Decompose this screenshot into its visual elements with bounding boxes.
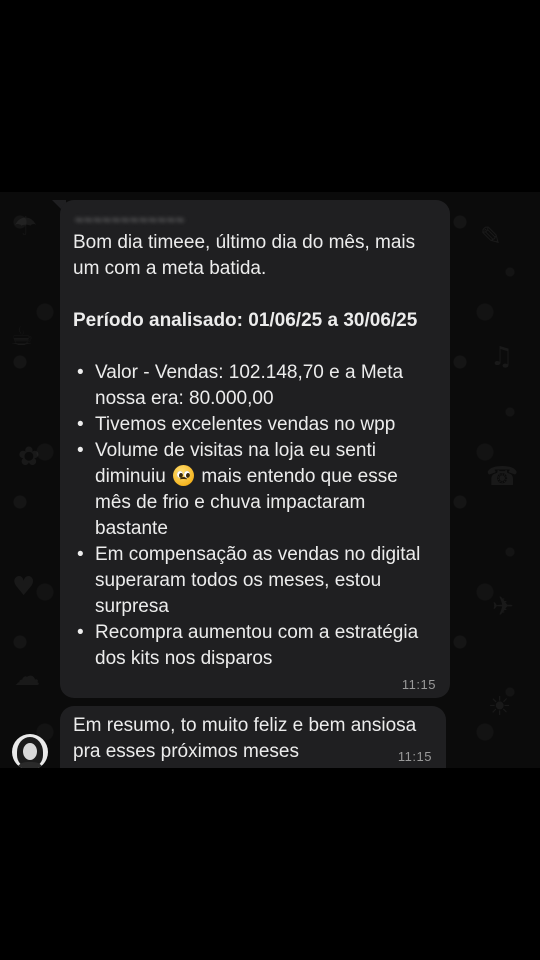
message-line: pra esses próximos meses bbox=[73, 741, 299, 762]
doodle-wallpaper-icon: ☀ bbox=[488, 692, 512, 722]
doodle-wallpaper-icon: ✿ bbox=[18, 442, 40, 472]
bullet-item: • Volume de visitas na loja eu senti dim… bbox=[73, 438, 437, 542]
message-bubble[interactable]: Em resumo, to muito feliz e bem ansiosa … bbox=[60, 706, 446, 768]
bullet-item: • Recompra aumentou com a estratégia dos… bbox=[73, 620, 437, 672]
message-line: um com a meta batida. bbox=[73, 258, 267, 279]
doodle-wallpaper-icon: ♥ bbox=[12, 572, 36, 602]
doodle-wallpaper-icon: ☎ bbox=[486, 462, 519, 492]
bullet-line: Tivemos excelentes vendas no wpp bbox=[95, 414, 396, 435]
period-heading: Período analisado: 01/06/25 a 30/06/25 bbox=[73, 310, 418, 331]
bullet-dot: • bbox=[77, 362, 84, 383]
bullet-line: Recompra aumentou com a estratégia bbox=[95, 622, 419, 643]
doodle-wallpaper-icon: ☂ bbox=[14, 212, 38, 242]
bullet-dot: • bbox=[77, 414, 84, 435]
pleading-face-emoji-icon bbox=[173, 465, 195, 486]
message-line: Bom dia timeee, último dia do mês, mais bbox=[73, 232, 416, 253]
message-text: Bom dia timeee, último dia do mês, mais … bbox=[73, 230, 437, 672]
bullet-line-with-emoji: diminuiu mais entendo que esse bbox=[95, 464, 437, 490]
message-timestamp: 11:15 bbox=[401, 677, 436, 692]
bullet-text: mais entendo que esse bbox=[201, 466, 398, 487]
bullet-line: Volume de visitas na loja eu senti bbox=[95, 440, 376, 461]
message-timestamp: 11:15 bbox=[397, 749, 432, 764]
bullet-text: diminuiu bbox=[95, 466, 166, 487]
message-text: Em resumo, to muito feliz e bem ansiosa … bbox=[73, 713, 433, 765]
bullet-line: nossa era: 80.000,00 bbox=[95, 388, 274, 409]
doodle-wallpaper-icon: ✈ bbox=[492, 592, 514, 622]
message-bubble[interactable]: ~~~~~~~~~~~~ Bom dia timeee, último dia … bbox=[60, 200, 450, 698]
doodle-wallpaper-icon: ☁ bbox=[14, 662, 40, 692]
avatar[interactable] bbox=[12, 734, 48, 768]
bullet-dot: • bbox=[77, 622, 84, 643]
bullet-line: surpresa bbox=[95, 596, 169, 617]
bullet-dot: • bbox=[77, 544, 84, 565]
bullet-line: bastante bbox=[95, 518, 168, 539]
bullet-list: • Valor - Vendas: 102.148,70 e a Meta no… bbox=[73, 360, 437, 672]
bullet-line: Em compensação as vendas no digital bbox=[95, 544, 421, 565]
bullet-dot: • bbox=[77, 440, 84, 461]
doodle-wallpaper-icon: ♫ bbox=[490, 342, 514, 372]
doodle-wallpaper-icon: ☕ bbox=[10, 322, 34, 352]
bullet-item: • Em compensação as vendas no digital su… bbox=[73, 542, 437, 620]
bullet-line: superaram todos os meses, estou bbox=[95, 570, 382, 591]
message-line: Em resumo, to muito feliz e bem ansiosa bbox=[73, 715, 417, 736]
doodle-wallpaper-icon: ✎ bbox=[480, 222, 502, 252]
chat-area[interactable]: ☂ ✎ ☕ ♫ ✿ ☎ ♥ ✈ ☁ ☀ ~~~~~~~~~~~~ Bom dia… bbox=[0, 192, 540, 768]
bullet-line: dos kits nos disparos bbox=[95, 648, 273, 669]
sender-name-blurred: ~~~~~~~~~~~~ bbox=[75, 212, 186, 228]
bullet-item: • Tivemos excelentes vendas no wpp bbox=[73, 412, 437, 438]
bullet-line: Valor - Vendas: 102.148,70 e a Meta bbox=[95, 362, 404, 383]
bullet-line: mês de frio e chuva impactaram bbox=[95, 492, 366, 513]
bullet-item: • Valor - Vendas: 102.148,70 e a Meta no… bbox=[73, 360, 437, 412]
